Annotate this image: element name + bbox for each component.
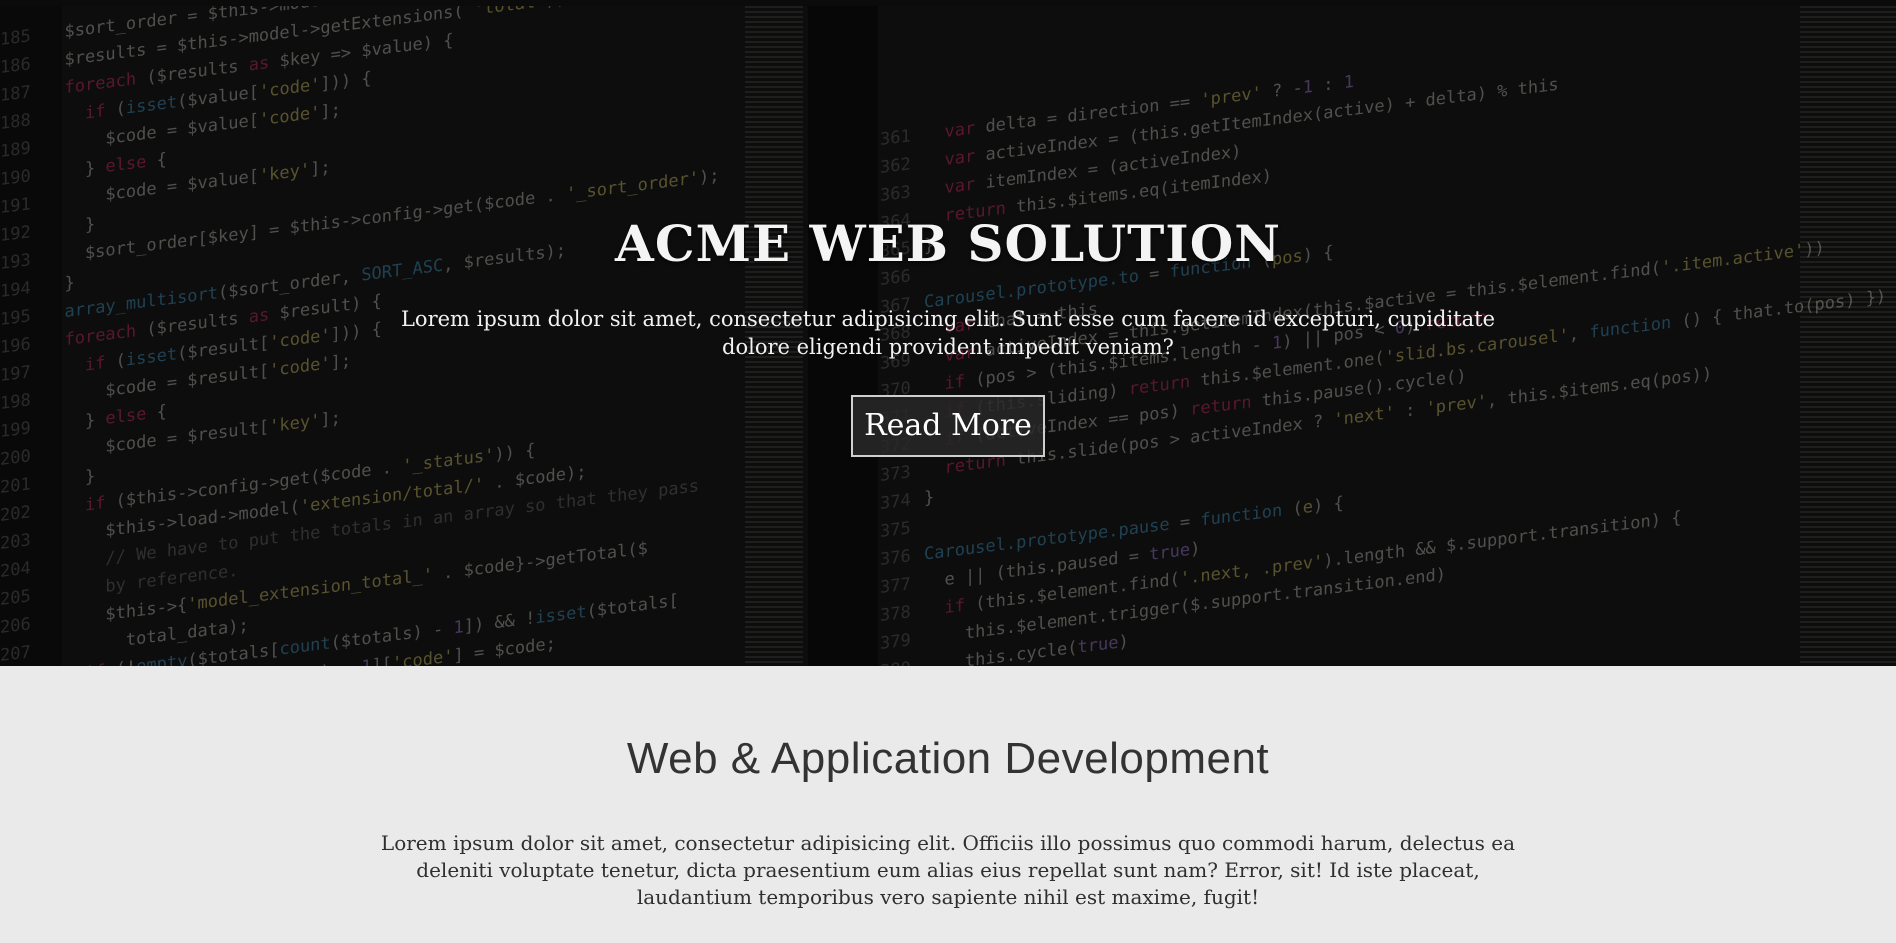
read-more-button[interactable]: Read More bbox=[851, 395, 1045, 457]
hero-section: 185 $sort_order = $this->model( 186 $res… bbox=[0, 0, 1896, 666]
hero-description: Lorem ipsum dolor sit amet, consectetur … bbox=[400, 307, 1496, 359]
section-title: Web & Application Development bbox=[626, 734, 1270, 783]
hero-content: ACME WEB SOLUTION Lorem ipsum dolor sit … bbox=[0, 214, 1896, 457]
hero-title: ACME WEB SOLUTION bbox=[615, 214, 1281, 273]
section-description: Lorem ipsum dolor sit amet, consectetur … bbox=[380, 831, 1516, 909]
services-section: Web & Application Development Lorem ipsu… bbox=[0, 666, 1896, 943]
